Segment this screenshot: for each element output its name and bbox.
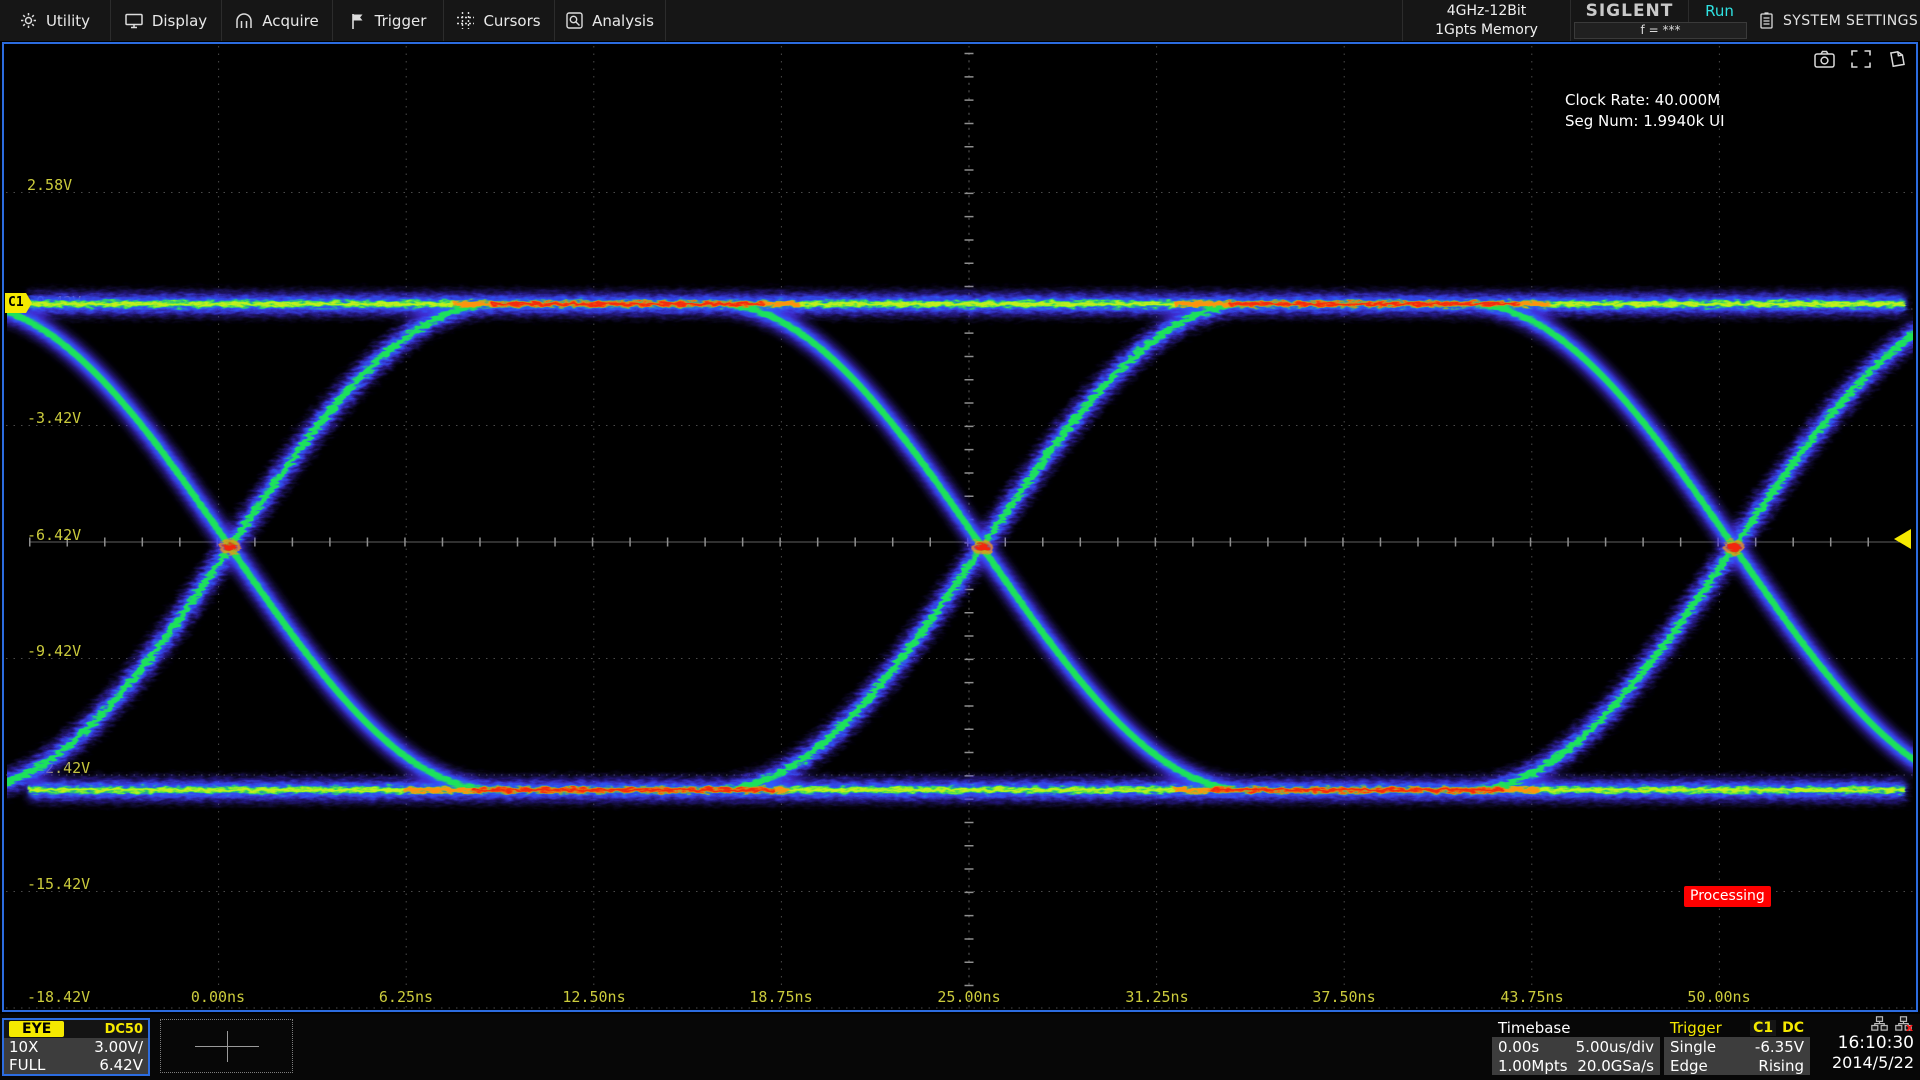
menu-label: Cursors bbox=[483, 12, 540, 30]
menu-analysis[interactable]: Analysis bbox=[555, 0, 666, 41]
system-time: 16:10:30 bbox=[1796, 1033, 1914, 1053]
menu-label: Display bbox=[152, 12, 207, 30]
clock-rate-value: Clock Rate: 40.000M bbox=[1565, 90, 1725, 111]
vertical-offset: 6.42V bbox=[99, 1056, 143, 1074]
topbar-right: 4GHz-12Bit 1Gpts Memory SIGLENT Run f = … bbox=[1402, 0, 1920, 41]
seg-num-value: Seg Num: 1.9940k UI bbox=[1565, 111, 1725, 132]
status-bar: EYE DC50 10X 3.00V/ FULL 6.42V Timebase … bbox=[0, 1014, 1920, 1080]
lan-icon[interactable] bbox=[1871, 1016, 1888, 1031]
processing-badge: Processing bbox=[1684, 886, 1771, 907]
measurement-readout: Clock Rate: 40.000M Seg Num: 1.9940k UI bbox=[1565, 90, 1725, 132]
crosshair-icon bbox=[227, 1031, 228, 1062]
system-settings-button[interactable]: SYSTEM SETTINGS bbox=[1750, 0, 1920, 41]
coupling-value: DC50 bbox=[105, 1022, 143, 1037]
menu-trigger[interactable]: Trigger bbox=[333, 0, 444, 41]
waveform-display-area[interactable]: 2.58V -0.42V -3.42V -6.42V -9.42V -12.42… bbox=[2, 42, 1918, 1012]
top-menu-bar: Utility Display Acquire Trigger Cursors … bbox=[0, 0, 1920, 41]
bandwidth-limit: FULL bbox=[9, 1056, 45, 1074]
timebase-delay: 0.00s bbox=[1498, 1038, 1539, 1056]
cursors-icon bbox=[457, 12, 474, 29]
timebase-scale: 5.00us/div bbox=[1576, 1038, 1654, 1056]
trigger-title: Trigger bbox=[1670, 1019, 1722, 1037]
brand-logo: SIGLENT bbox=[1571, 0, 1688, 22]
timebase-title: Timebase bbox=[1498, 1019, 1570, 1037]
main-menu: Utility Display Acquire Trigger Cursors … bbox=[0, 0, 666, 41]
hardware-info: 4GHz-12Bit 1Gpts Memory bbox=[1402, 0, 1570, 41]
menu-utility[interactable]: Utility bbox=[0, 0, 111, 41]
flag-icon bbox=[350, 13, 366, 29]
system-settings-label: SYSTEM SETTINGS bbox=[1783, 13, 1918, 29]
analysis-icon bbox=[566, 12, 583, 29]
menu-label: Utility bbox=[46, 12, 90, 30]
settings-list-icon bbox=[1760, 12, 1773, 29]
brand-block: SIGLENT Run f = *** bbox=[1570, 0, 1750, 41]
oscilloscope-screen: Utility Display Acquire Trigger Cursors … bbox=[0, 0, 1920, 1080]
trigger-type: Edge bbox=[1670, 1057, 1708, 1075]
bandwidth-label: 4GHz-12Bit bbox=[1403, 2, 1570, 21]
trigger-panel[interactable]: Trigger C1 DC Single -6.35V Edge Rising bbox=[1664, 1018, 1810, 1075]
svg-text:x: x bbox=[1906, 1021, 1913, 1031]
trigger-level-marker[interactable] bbox=[1894, 529, 1911, 549]
eye-mode-badge: EYE bbox=[9, 1021, 64, 1037]
gear-icon bbox=[20, 12, 37, 29]
fullscreen-icon[interactable] bbox=[1851, 50, 1871, 68]
probe-attenuation: 10X bbox=[9, 1038, 38, 1056]
sample-rate: 20.0GSa/s bbox=[1577, 1057, 1654, 1075]
camera-icon[interactable] bbox=[1814, 50, 1835, 68]
menu-display[interactable]: Display bbox=[111, 0, 222, 41]
menu-label: Acquire bbox=[262, 12, 319, 30]
eye-diagram-trace bbox=[4, 44, 1916, 1010]
trigger-source: C1 bbox=[1750, 1020, 1776, 1036]
plot-toolbar bbox=[1814, 50, 1906, 68]
menu-cursors[interactable]: Cursors bbox=[444, 0, 555, 41]
waveform-position-preview[interactable] bbox=[160, 1019, 293, 1073]
frequency-counter: f = *** bbox=[1574, 22, 1747, 39]
menu-acquire[interactable]: Acquire bbox=[222, 0, 333, 41]
memory-label: 1Gpts Memory bbox=[1403, 21, 1570, 40]
page-flip-icon[interactable] bbox=[1887, 50, 1906, 68]
lan-disconnected-icon[interactable]: x bbox=[1895, 1016, 1914, 1031]
clock-block: x 16:10:30 2014/5/22 bbox=[1796, 1016, 1914, 1073]
memory-points: 1.00Mpts bbox=[1498, 1057, 1568, 1075]
trigger-mode: Single bbox=[1670, 1038, 1716, 1056]
menu-label: Analysis bbox=[592, 12, 654, 30]
timebase-panel[interactable]: Timebase 0.00s 5.00us/div 1.00Mpts 20.0G… bbox=[1492, 1018, 1660, 1075]
system-date: 2014/5/22 bbox=[1796, 1053, 1914, 1073]
menu-label: Trigger bbox=[375, 12, 427, 30]
run-state-button[interactable]: Run bbox=[1688, 0, 1750, 22]
channel-descriptor-box[interactable]: EYE DC50 10X 3.00V/ FULL 6.42V bbox=[2, 1018, 150, 1076]
vertical-scale: 3.00V/ bbox=[94, 1038, 143, 1056]
display-icon bbox=[125, 13, 143, 29]
acquire-icon bbox=[235, 13, 253, 29]
